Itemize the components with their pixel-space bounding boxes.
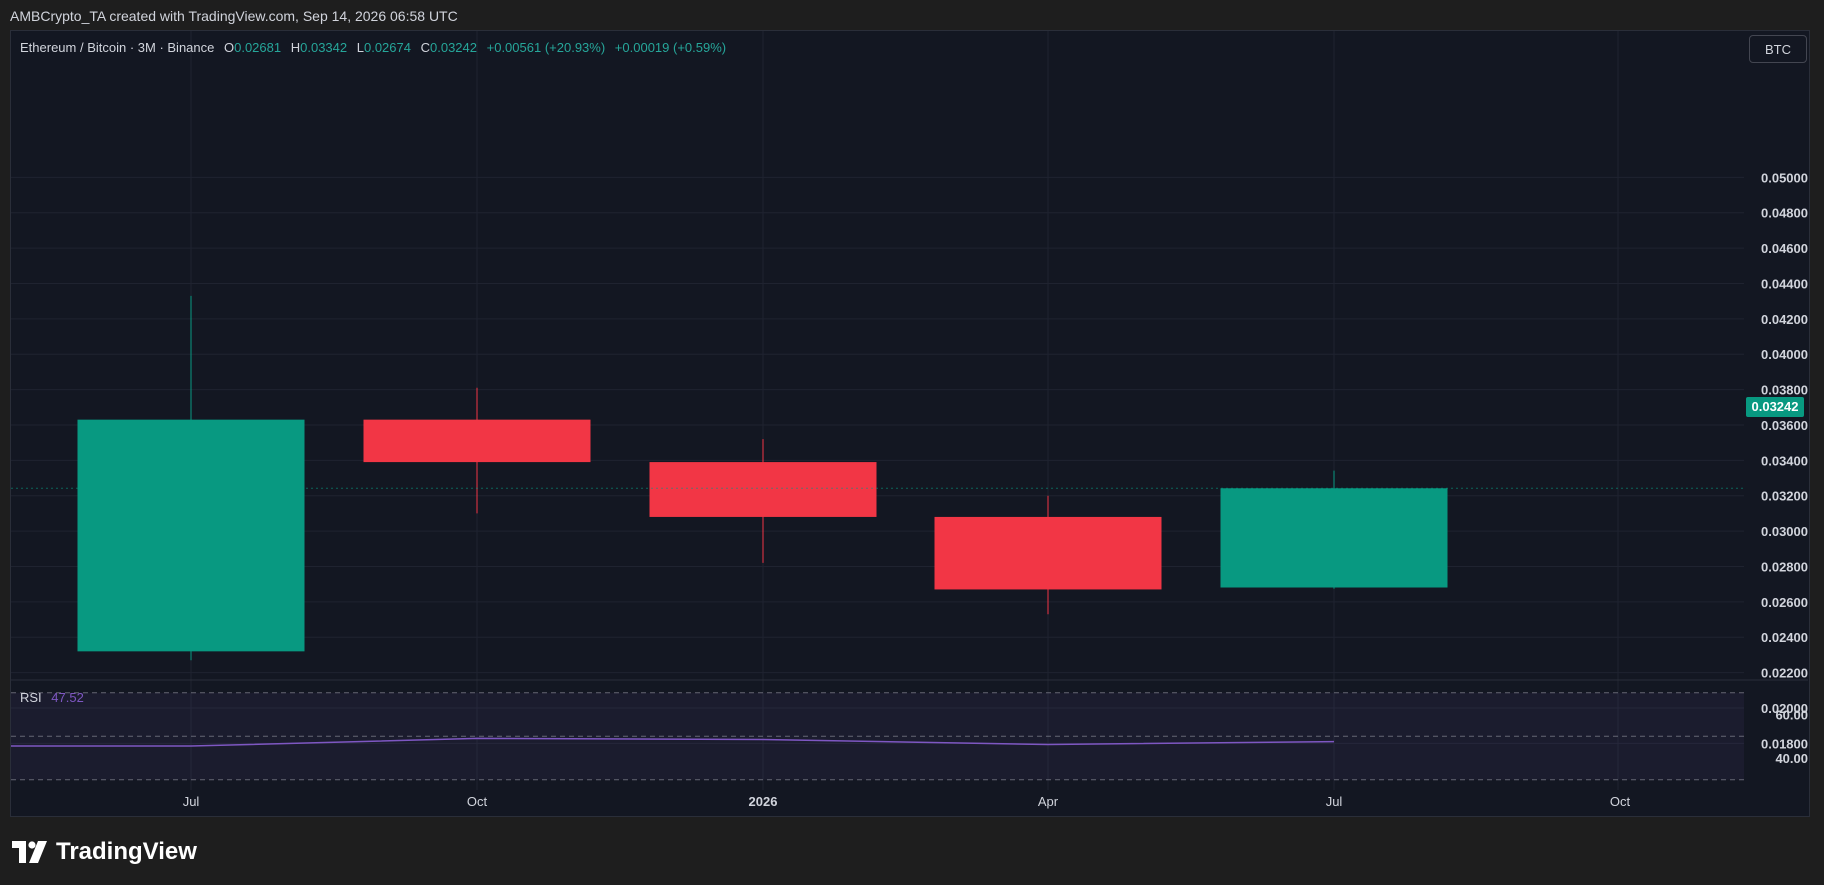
high-label: H (290, 40, 301, 55)
time-tick-label: Jul (183, 794, 200, 809)
price-tick-label: 0.01800 (1761, 736, 1808, 751)
symbol-legend: Ethereum / Bitcoin · 3M · Binance O0.026… (20, 40, 726, 55)
candle-body (363, 419, 591, 463)
time-tick-label: Jul (1326, 794, 1343, 809)
low-value: 0.02674 (363, 40, 411, 55)
price-tick-label: 0.05000 (1761, 170, 1808, 185)
time-tick-label: Oct (467, 794, 488, 809)
open-label: O (223, 40, 235, 55)
price-axis: 0.05000 0.04800 0.04600 0.04400 0.04200 0.040… (1761, 170, 1808, 751)
candle-body (649, 462, 877, 517)
time-tick-label: Oct (1610, 794, 1631, 809)
price-chart[interactable]: 0.05000 0.04800 0.04600 0.04400 0.04200 0.040… (0, 0, 1824, 885)
tradingview-logo-icon (12, 841, 47, 863)
tradingview-logo[interactable]: TradingView (12, 838, 197, 866)
price-tick-label: 0.03800 (1761, 383, 1808, 398)
rsi-name: RSI (20, 690, 42, 705)
rsi-legend: RSI 47.52 (20, 690, 84, 705)
price-tick-label: 0.02200 (1761, 666, 1808, 681)
close-value: 0.03242 (430, 40, 477, 55)
rsi-tick-label: 40.00 (1775, 751, 1808, 766)
rsi-tick-label: 60.00 (1775, 708, 1808, 723)
price-tick-label: 0.03000 (1761, 524, 1808, 539)
price-tick-label: 0.02600 (1761, 595, 1808, 610)
rsi-pane: 60.00 40.00 (11, 679, 1808, 781)
candles (11, 295, 1744, 661)
change-value: +0.00561 (+20.93%) (486, 40, 606, 55)
price-tick-label: 0.03200 (1761, 489, 1808, 504)
change-value-2: +0.00019 (+0.59%) (614, 40, 727, 55)
price-tick-label: 0.04000 (1761, 347, 1808, 362)
price-tick-label: 0.04800 (1761, 206, 1808, 221)
grid-lines (11, 31, 1744, 790)
price-tick-label: 0.02800 (1761, 559, 1808, 574)
low-label: L (356, 40, 364, 55)
brand-name: TradingView (56, 838, 197, 865)
candle-body (77, 419, 305, 652)
symbol-name: Ethereum / Bitcoin · 3M · Binance (20, 40, 215, 55)
high-value: 0.03342 (300, 40, 348, 55)
time-axis: Jul Oct 2026 Apr Jul Oct (183, 794, 1631, 809)
currency-button[interactable]: BTC (1749, 35, 1807, 63)
time-tick-label: Apr (1038, 794, 1059, 809)
time-tick-label: 2026 (749, 794, 778, 809)
price-tick-label: 0.04600 (1761, 241, 1808, 256)
rsi-value: 47.52 (51, 690, 84, 705)
close-label: C (420, 40, 430, 55)
price-tick-label: 0.04200 (1761, 312, 1808, 327)
price-tick-label: 0.03600 (1761, 418, 1808, 433)
price-tick-label: 0.02400 (1761, 630, 1808, 645)
candle-body (934, 516, 1162, 590)
open-value: 0.02681 (234, 40, 282, 55)
candle-body (1220, 488, 1448, 588)
price-tick-label: 0.03400 (1761, 453, 1808, 468)
price-tick-label: 0.04400 (1761, 276, 1808, 291)
last-price-tag: 0.03242 (1746, 397, 1804, 417)
